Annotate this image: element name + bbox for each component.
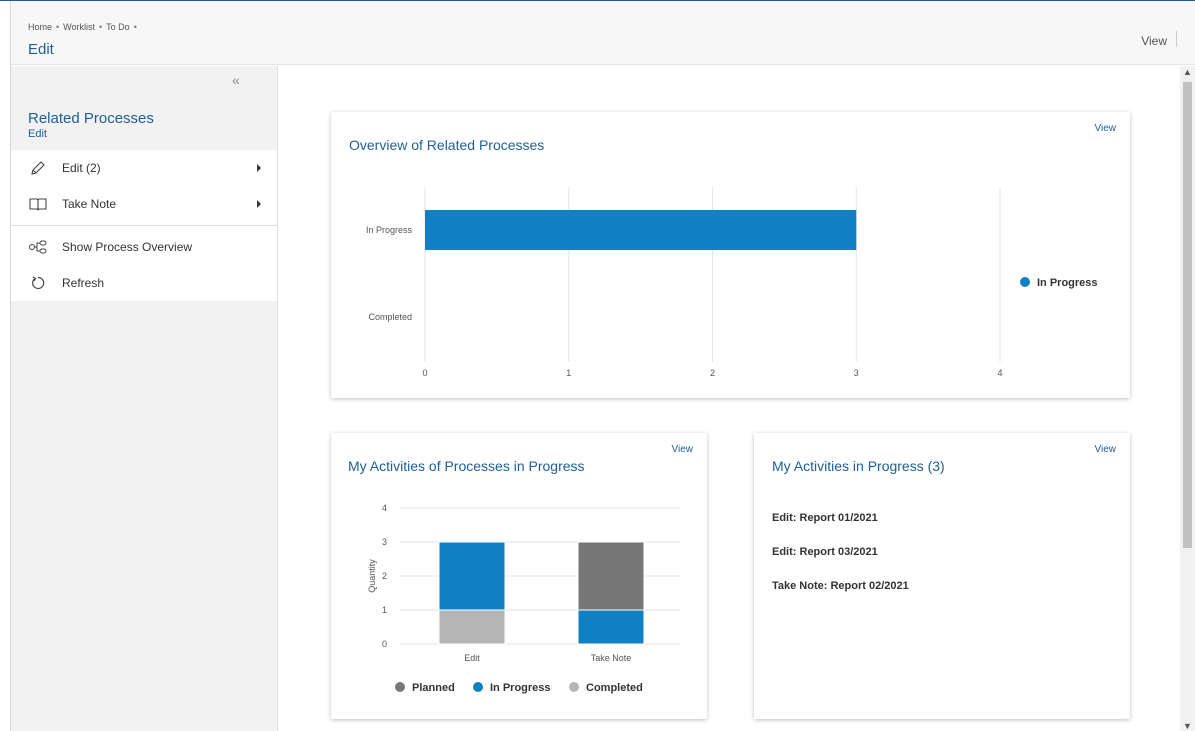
y-category-label: In Progress (366, 225, 413, 235)
vertical-scrollbar[interactable]: ▲ ▼ (1180, 66, 1195, 731)
refresh-icon (28, 273, 48, 293)
legend-marker (395, 682, 405, 692)
page-title: Edit (28, 41, 54, 58)
scroll-up-icon[interactable]: ▲ (1183, 67, 1192, 77)
breadcrumb-separator: • (99, 22, 103, 32)
header-divider (1176, 31, 1177, 47)
sidebar-menu: Edit (2) Take Note Show Process Overview… (11, 150, 277, 301)
y-tick-label: 3 (382, 537, 387, 547)
sidebar-item-label: Edit (2) (62, 161, 101, 175)
y-tick-label: 0 (382, 639, 387, 649)
book-icon (28, 194, 48, 214)
header-view-button[interactable]: View (1141, 34, 1167, 48)
menu-divider (11, 225, 277, 226)
sidebar-item-refresh[interactable]: Refresh (11, 265, 277, 301)
breadcrumb-worklist[interactable]: Worklist (63, 22, 95, 32)
activity-item[interactable]: Edit: Report 01/2021 (772, 512, 878, 524)
page-header: Home • Worklist • To Do • Edit View (11, 1, 1195, 65)
legend-marker (1020, 277, 1030, 287)
scrollbar-thumb[interactable] (1183, 82, 1192, 548)
legend-label: In Progress (490, 682, 551, 694)
legend-label: Completed (586, 682, 643, 694)
activity-item[interactable]: Take Note: Report 02/2021 (772, 580, 909, 592)
x-tick-label: 2 (710, 368, 715, 378)
card-title: My Activities in Progress (3) (772, 458, 945, 474)
breadcrumb-todo[interactable]: To Do (106, 22, 130, 32)
y-tick-label: 4 (382, 503, 387, 513)
legend-label: In Progress (1037, 277, 1098, 289)
legend-marker (473, 682, 483, 692)
x-tick-label: 0 (422, 368, 427, 378)
sidebar-item-show-process-overview[interactable]: Show Process Overview (11, 229, 277, 265)
x-category-label: Edit (464, 653, 480, 663)
sidebar: « Related Processes Edit Edit (2) Take N… (11, 66, 278, 731)
pencil-icon (28, 158, 48, 178)
caret-right-icon (257, 200, 261, 208)
activities-chart-card: My Activities of Processes in Progress V… (331, 433, 707, 719)
y-axis-label: Quantity (367, 559, 377, 593)
sidebar-title: Related Processes (28, 110, 154, 127)
y-tick-label: 1 (382, 605, 387, 615)
breadcrumb: Home • Worklist • To Do • (28, 22, 141, 32)
sidebar-item-edit[interactable]: Edit (2) (11, 150, 277, 186)
caret-right-icon (257, 164, 261, 172)
activities-list-card: My Activities in Progress (3) View Edit:… (754, 433, 1130, 719)
breadcrumb-home[interactable]: Home (28, 22, 52, 32)
breadcrumb-separator: • (133, 22, 137, 32)
x-tick-label: 4 (997, 368, 1002, 378)
sidebar-subtitle: Edit (28, 128, 47, 140)
y-tick-label: 2 (382, 571, 387, 581)
double-chevron-left-icon[interactable]: « (232, 72, 240, 88)
x-tick-label: 1 (566, 368, 571, 378)
activity-item[interactable]: Edit: Report 03/2021 (772, 546, 878, 558)
process-graph-icon (28, 237, 48, 257)
bar-segment (577, 609, 645, 645)
sidebar-item-label: Show Process Overview (62, 240, 193, 254)
scroll-down-icon[interactable]: ▼ (1183, 721, 1192, 731)
bar (425, 210, 857, 250)
sidebar-item-label: Refresh (62, 276, 105, 290)
card-view-link[interactable]: View (1095, 444, 1117, 455)
overview-bar-chart: 0 1 2 3 4 In Progress Completed In Progress (366, 187, 1098, 378)
breadcrumb-separator: • (56, 22, 60, 32)
legend-marker (569, 682, 579, 692)
y-category-label: Completed (368, 312, 412, 322)
overview-card: Overview of Related Processes View 01234… (331, 112, 1130, 398)
legend-label: Planned (412, 682, 455, 694)
x-category-label: Take Note (591, 653, 632, 663)
bar-segment (577, 541, 645, 611)
sidebar-item-take-note[interactable]: Take Note (11, 186, 277, 222)
x-tick-label: 3 (854, 368, 859, 378)
activities-stacked-bar-chart: 0 1 2 3 4 Quantity Edit Take Note Planned In Prog… (367, 503, 680, 694)
bar-segment (438, 609, 506, 645)
bar-segment (438, 541, 506, 611)
sidebar-item-label: Take Note (62, 197, 117, 211)
